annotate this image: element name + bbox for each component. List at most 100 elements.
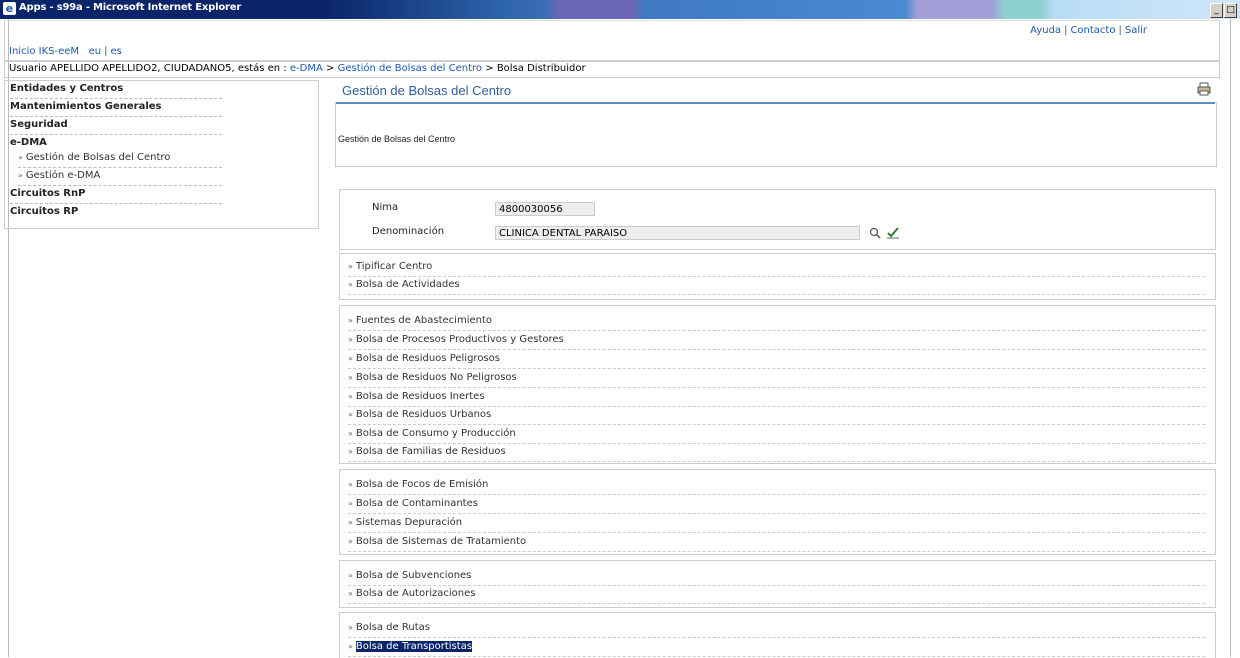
list-item-label: Bolsa de Residuos Peligrosos xyxy=(355,353,500,364)
chevron-right-icon: » xyxy=(348,589,353,598)
chevron-right-icon: » xyxy=(348,354,353,363)
chevron-right-icon: » xyxy=(348,518,353,527)
list-item[interactable]: » Bolsa de Residuos Peligrosos xyxy=(348,350,1205,369)
page-header: Inicio IKS-eeM eu | es Ayuda | Contacto | Sali… xyxy=(4,20,1220,62)
chevron-right-icon: » xyxy=(18,171,23,180)
breadcrumb-gestion-bolsas[interactable]: Gestión de Bolsas del Centro xyxy=(338,63,482,74)
sidebar-subitem-label: Gestión de Bolsas del Centro xyxy=(25,152,171,163)
minimize-icon[interactable]: _ xyxy=(1210,3,1223,18)
chevron-right-icon: » xyxy=(348,335,353,344)
group-emisiones: » Bolsa de Focos de Emisión » Bolsa de Con… xyxy=(339,469,1216,555)
list-item-label: Bolsa de Consumo y Producción xyxy=(355,428,516,439)
chevron-right-icon: » xyxy=(348,447,353,456)
chevron-right-icon: » xyxy=(348,262,353,271)
home-link[interactable]: Inicio IKS-eeM xyxy=(9,46,79,57)
denominacion-field: CLINICA DENTAL PARAISO xyxy=(495,226,860,240)
group-rutas: » Bolsa de Rutas » Bolsa de Transportistas xyxy=(339,612,1216,658)
maximize-icon[interactable]: □ xyxy=(1224,3,1237,18)
chevron-right-icon: » xyxy=(18,153,23,162)
list-item[interactable]: » Tipificar Centro xyxy=(348,258,1205,277)
list-item-label: Bolsa de Residuos Inertes xyxy=(355,391,485,402)
list-item[interactable]: » Bolsa de Sistemas de Tratamiento xyxy=(348,533,1205,552)
page-title-bar: Gestión de Bolsas del Centro xyxy=(335,80,1215,104)
breadcrumb-sep: > xyxy=(326,63,335,74)
list-item-label: Sistemas Depuración xyxy=(355,517,463,528)
list-item[interactable]: » Bolsa de Contaminantes xyxy=(348,495,1205,514)
chevron-right-icon: » xyxy=(348,480,353,489)
list-item-label: Bolsa de Residuos Urbanos xyxy=(355,409,492,420)
list-item[interactable]: » Bolsa de Residuos No Peligrosos xyxy=(348,369,1205,388)
sidebar-item-entidades[interactable]: Entidades y Centros xyxy=(10,82,222,99)
list-item[interactable]: » Bolsa de Focos de Emisión xyxy=(348,476,1205,495)
chevron-right-icon: » xyxy=(348,623,353,632)
sidebar: Entidades y Centros Mantenimientos Gener… xyxy=(4,80,319,229)
list-item[interactable]: » Bolsa de Consumo y Producción xyxy=(348,425,1205,444)
sidebar-item-seguridad[interactable]: Seguridad xyxy=(10,118,222,135)
chevron-right-icon: » xyxy=(348,642,353,651)
list-item-label: Fuentes de Abastecimiento xyxy=(355,315,493,326)
list-item-selected[interactable]: » Bolsa de Transportistas xyxy=(348,638,1205,657)
list-item-label: Bolsa de Familias de Residuos xyxy=(355,446,506,457)
denominacion-label: Denominación xyxy=(372,226,445,237)
breadcrumb-current: Bolsa Distribuidor xyxy=(496,63,586,74)
list-item-label: Bolsa de Autorizaciones xyxy=(355,588,476,599)
list-item-label: Bolsa de Sistemas de Tratamiento xyxy=(355,536,527,547)
chevron-right-icon: » xyxy=(348,410,353,419)
list-item-label: Bolsa de Contaminantes xyxy=(355,498,478,509)
group-subvenciones: » Bolsa de Subvenciones » Bolsa de Autoriz… xyxy=(339,560,1216,608)
nima-label: Nima xyxy=(372,202,399,213)
check-icon[interactable] xyxy=(886,226,900,239)
separator: | xyxy=(1064,25,1068,36)
lang-es-link[interactable]: es xyxy=(110,46,121,57)
list-item[interactable]: » Bolsa de Residuos Inertes xyxy=(348,388,1205,407)
sidebar-item-circuitos-rp[interactable]: Circuitos RP xyxy=(10,205,222,221)
list-item[interactable]: » Bolsa de Familias de Residuos xyxy=(348,443,1205,462)
chevron-right-icon: » xyxy=(348,280,353,289)
header-right: Ayuda | Contacto | Salir xyxy=(1030,25,1147,36)
list-item-label: Bolsa de Actividades xyxy=(355,279,460,290)
sidebar-subitem-label: Gestión e-DMA xyxy=(25,170,101,181)
chevron-right-icon: » xyxy=(348,571,353,580)
printer-icon[interactable] xyxy=(1197,82,1211,96)
window-title: Apps - s99a - Microsoft Internet Explore… xyxy=(19,2,242,13)
group-tipificar: » Tipificar Centro » Bolsa de Actividades xyxy=(339,253,1216,300)
window-controls: _ □ xyxy=(1209,2,1237,18)
list-item-label: Bolsa de Procesos Productivos y Gestores xyxy=(355,334,564,345)
description-panel: Gestión de Bolsas del Centro xyxy=(335,102,1217,167)
contact-link[interactable]: Contacto xyxy=(1070,25,1115,36)
chevron-right-icon: » xyxy=(348,316,353,325)
sidebar-item-mantenimientos[interactable]: Mantenimientos Generales xyxy=(10,100,222,117)
breadcrumb-edma[interactable]: e-DMA xyxy=(290,63,323,74)
list-item[interactable]: » Bolsa de Actividades xyxy=(348,276,1205,295)
help-link[interactable]: Ayuda xyxy=(1030,25,1061,36)
list-item-label: Bolsa de Focos de Emisión xyxy=(355,479,489,490)
list-item[interactable]: » Bolsa de Autorizaciones xyxy=(348,585,1205,604)
list-item-label: Bolsa de Residuos No Peligrosos xyxy=(355,372,517,383)
chevron-right-icon: » xyxy=(348,537,353,546)
list-item-label: Bolsa de Subvenciones xyxy=(355,570,472,581)
list-item[interactable]: » Fuentes de Abastecimiento xyxy=(348,312,1205,331)
separator: | xyxy=(104,46,108,57)
list-item[interactable]: » Bolsa de Procesos Productivos y Gestore… xyxy=(348,331,1205,350)
list-item-label: Bolsa de Rutas xyxy=(355,622,430,633)
ie-icon: e xyxy=(3,2,16,15)
sidebar-subitem-gestion-bolsas[interactable]: » Gestión de Bolsas del Centro xyxy=(18,151,222,168)
sidebar-item-edma[interactable]: e-DMA xyxy=(10,136,222,152)
window-titlebar: e Apps - s99a - Microsoft Internet Explo… xyxy=(0,0,1240,19)
sidebar-item-circuitos-rnp[interactable]: Circuitos RnP xyxy=(10,187,222,204)
list-item[interactable]: » Bolsa de Rutas xyxy=(348,619,1205,638)
group-residuos: » Fuentes de Abastecimiento » Bolsa de Pro… xyxy=(339,305,1216,464)
list-item[interactable]: » Bolsa de Subvenciones xyxy=(348,567,1205,586)
list-item-label: Bolsa de Transportistas xyxy=(355,641,473,652)
search-icon[interactable] xyxy=(869,227,881,239)
list-item[interactable]: » Bolsa de Residuos Urbanos xyxy=(348,406,1205,425)
breadcrumb-sep: > xyxy=(485,63,494,74)
chevron-right-icon: » xyxy=(348,392,353,401)
logout-link[interactable]: Salir xyxy=(1125,25,1147,36)
list-item[interactable]: » Sistemas Depuración xyxy=(348,514,1205,533)
sidebar-subitem-gestion-edma[interactable]: » Gestión e-DMA xyxy=(18,169,222,186)
centre-info-box: Nima 4800030056 Denominación CLINICA DEN… xyxy=(339,189,1216,250)
page-description: Gestión de Bolsas del Centro xyxy=(338,134,456,144)
lang-eu-link[interactable]: eu xyxy=(89,46,102,57)
list-item-label: Tipificar Centro xyxy=(355,261,433,272)
